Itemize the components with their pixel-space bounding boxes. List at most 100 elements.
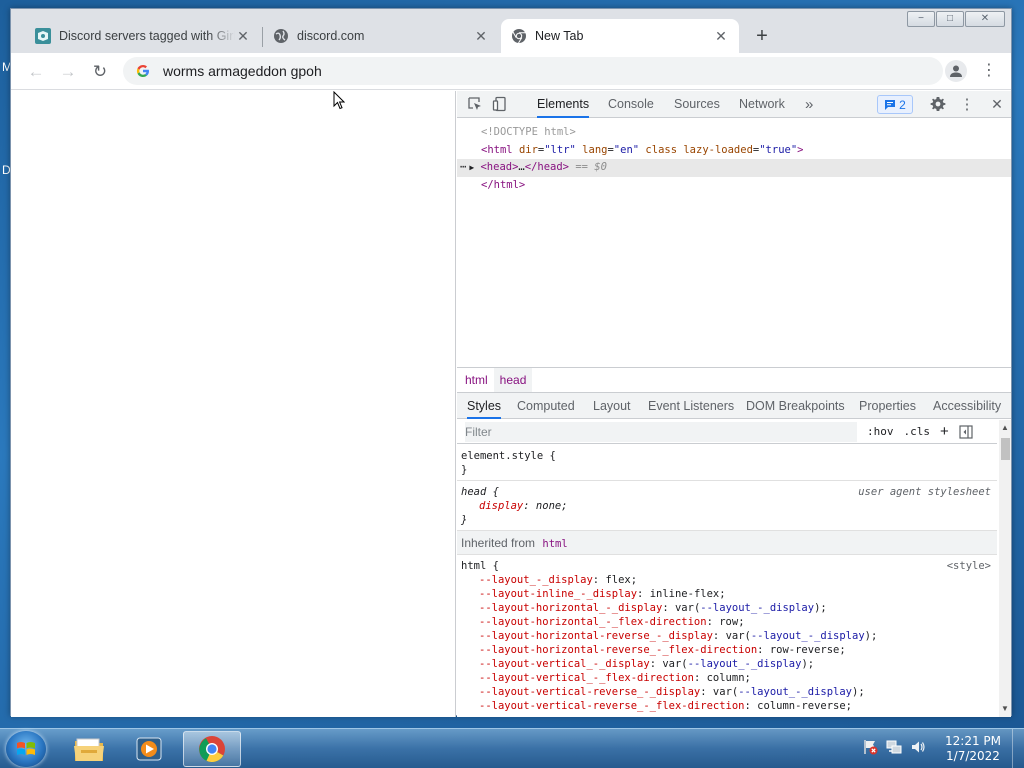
tab-elements[interactable]: Elements [537, 91, 590, 118]
profile-icon[interactable] [945, 60, 967, 82]
styles-pane: element.style { } head { user agent styl… [457, 445, 997, 717]
window-controls: − □ ✕ [907, 11, 1005, 27]
filter-input[interactable]: Filter [465, 421, 857, 442]
browser-toolbar: ← → ↻ worms armageddon gpoh ⋮ [11, 53, 1011, 90]
tab-computed[interactable]: Computed [517, 393, 575, 419]
devtools-tabbar: Elements Console Sources Network » 2 ⋮ ✕ [457, 91, 1011, 118]
style-property[interactable]: --layout-vertical-reverse_-_flex-directi… [461, 699, 993, 713]
styles-scrollbar[interactable]: ▲ ▼ [999, 420, 1011, 717]
style-rule-element[interactable]: element.style { } [457, 445, 997, 481]
tab-layout[interactable]: Layout [593, 393, 631, 419]
rule-selector: html { [461, 560, 499, 572]
hov-toggle[interactable]: :hov [867, 425, 894, 438]
style-property[interactable]: --layout-vertical_-_flex-direction: colu… [461, 671, 993, 685]
forward-button[interactable]: → [55, 59, 81, 85]
toggle-sidebar-icon[interactable] [959, 424, 973, 439]
tab-strip: Discord servers tagged with Girlf ✕ disc… [11, 9, 1011, 53]
network-icon[interactable] [886, 739, 902, 755]
style-property[interactable]: --layout-inline_-_display: inline-flex; [461, 587, 993, 601]
breadcrumb-head[interactable]: head [493, 367, 533, 392]
style-property[interactable]: --layout-horizontal_-_display: var(--lay… [461, 601, 993, 615]
more-tabs-button[interactable]: » [805, 91, 813, 118]
chrome-menu-button[interactable]: ⋮ [981, 61, 997, 81]
style-rule-head[interactable]: head { user agent stylesheet display: no… [457, 481, 997, 531]
style-property[interactable]: --layout-horizontal-reverse_-_flex-direc… [461, 643, 993, 657]
reload-button[interactable]: ↻ [87, 59, 113, 85]
tab-accessibility[interactable]: Accessibility [933, 393, 1001, 419]
close-icon[interactable]: ✕ [713, 28, 729, 44]
scroll-up-icon[interactable]: ▲ [1001, 423, 1009, 433]
dom-node-head[interactable]: ⋯ ▶ <head>…</head> == $0 [457, 159, 1011, 177]
tab-event-listeners[interactable]: Event Listeners [648, 393, 734, 419]
rule-source: user agent stylesheet [858, 486, 991, 498]
rule-close: } [461, 464, 468, 476]
gear-icon[interactable] [929, 95, 947, 113]
inspect-element-icon[interactable] [467, 96, 483, 112]
page-viewport[interactable] [11, 91, 456, 717]
address-bar[interactable]: worms armageddon gpoh [123, 57, 943, 85]
taskbar-chrome[interactable] [183, 731, 241, 767]
taskbar-explorer[interactable] [60, 731, 118, 767]
inherited-label: Inherited from [461, 536, 536, 550]
new-style-rule-button[interactable]: + [940, 423, 949, 440]
cls-toggle[interactable]: .cls [904, 425, 931, 438]
style-property[interactable]: display: none; [461, 499, 993, 513]
tab-discord-servers[interactable]: Discord servers tagged with Girlf ✕ [25, 19, 261, 53]
dom-node-html-close[interactable]: </html> [457, 177, 1011, 195]
media-player-icon [136, 737, 162, 761]
tab-discord-com[interactable]: discord.com ✕ [263, 19, 499, 53]
rule-source[interactable]: <style> [947, 559, 991, 573]
close-icon[interactable]: ✕ [473, 28, 489, 44]
minimize-button[interactable]: − [907, 11, 935, 27]
style-property[interactable]: --layout-vertical-reverse_-_display: var… [461, 685, 993, 699]
style-property[interactable]: --layout-horizontal_-_flex-direction: ro… [461, 615, 993, 629]
close-icon[interactable]: ✕ [235, 28, 251, 44]
tab-styles[interactable]: Styles [467, 393, 502, 419]
tab-network[interactable]: Network [739, 91, 785, 118]
tab-console[interactable]: Console [608, 91, 654, 118]
taskbar-media-player[interactable] [120, 731, 178, 767]
tab-sources[interactable]: Sources [674, 91, 720, 118]
tab-title: discord.com [297, 29, 365, 43]
tab-new-tab[interactable]: New Tab ✕ [501, 19, 739, 53]
scroll-thumb[interactable] [1001, 438, 1010, 460]
style-rule-html[interactable]: html { <style> --layout_-_display: flex;… [457, 555, 997, 716]
tab-dom-breakpoints[interactable]: DOM Breakpoints [746, 393, 845, 419]
folder-icon [74, 738, 104, 761]
style-property[interactable]: --layout_-_display: flex; [461, 573, 993, 587]
style-property[interactable]: --layout-horizontal-reverse_-_display: v… [461, 629, 993, 643]
action-center-flag-icon[interactable] [862, 739, 878, 755]
close-window-button[interactable]: ✕ [965, 11, 1005, 27]
message-icon [885, 99, 896, 110]
clock-time: 12:21 PM [945, 734, 1001, 748]
scroll-down-icon[interactable]: ▼ [1001, 704, 1009, 714]
inherited-tag-link[interactable]: html [542, 538, 567, 550]
breadcrumb: html head [457, 367, 1011, 392]
person-icon [950, 65, 962, 77]
breadcrumb-html[interactable]: html [459, 368, 494, 392]
close-devtools-button[interactable]: ✕ [988, 95, 1006, 113]
show-desktop-button[interactable] [1012, 729, 1024, 768]
clock[interactable]: 12:21 PM 1/7/2022 [938, 734, 1008, 764]
issues-badge[interactable]: 2 [877, 95, 913, 114]
more-options-icon[interactable]: ⋮ [958, 95, 976, 113]
chrome-icon [512, 29, 526, 44]
back-button[interactable]: ← [23, 59, 49, 85]
browser-window: Discord servers tagged with Girlf ✕ disc… [10, 8, 1012, 717]
chrome-icon [199, 736, 225, 763]
new-tab-button[interactable]: + [751, 25, 773, 47]
tab-title: New Tab [535, 29, 584, 43]
device-toolbar-icon[interactable] [492, 96, 508, 112]
issues-count: 2 [899, 97, 906, 112]
tab-properties[interactable]: Properties [859, 393, 916, 419]
maximize-button[interactable]: □ [936, 11, 964, 27]
volume-icon[interactable] [910, 739, 926, 755]
dom-node-html[interactable]: <html dir="ltr" lang="en" class lazy-loa… [457, 142, 1011, 160]
dom-node-doctype[interactable]: <!DOCTYPE html> [457, 124, 1011, 142]
taskbar: 12:21 PM 1/7/2022 [0, 728, 1024, 768]
clock-date: 1/7/2022 [946, 749, 1000, 763]
start-button[interactable] [6, 731, 46, 767]
style-property[interactable]: --layout-vertical_-_display: var(--layou… [461, 657, 993, 671]
discord-servers-favicon [35, 28, 51, 44]
mouse-cursor-icon [333, 91, 345, 110]
